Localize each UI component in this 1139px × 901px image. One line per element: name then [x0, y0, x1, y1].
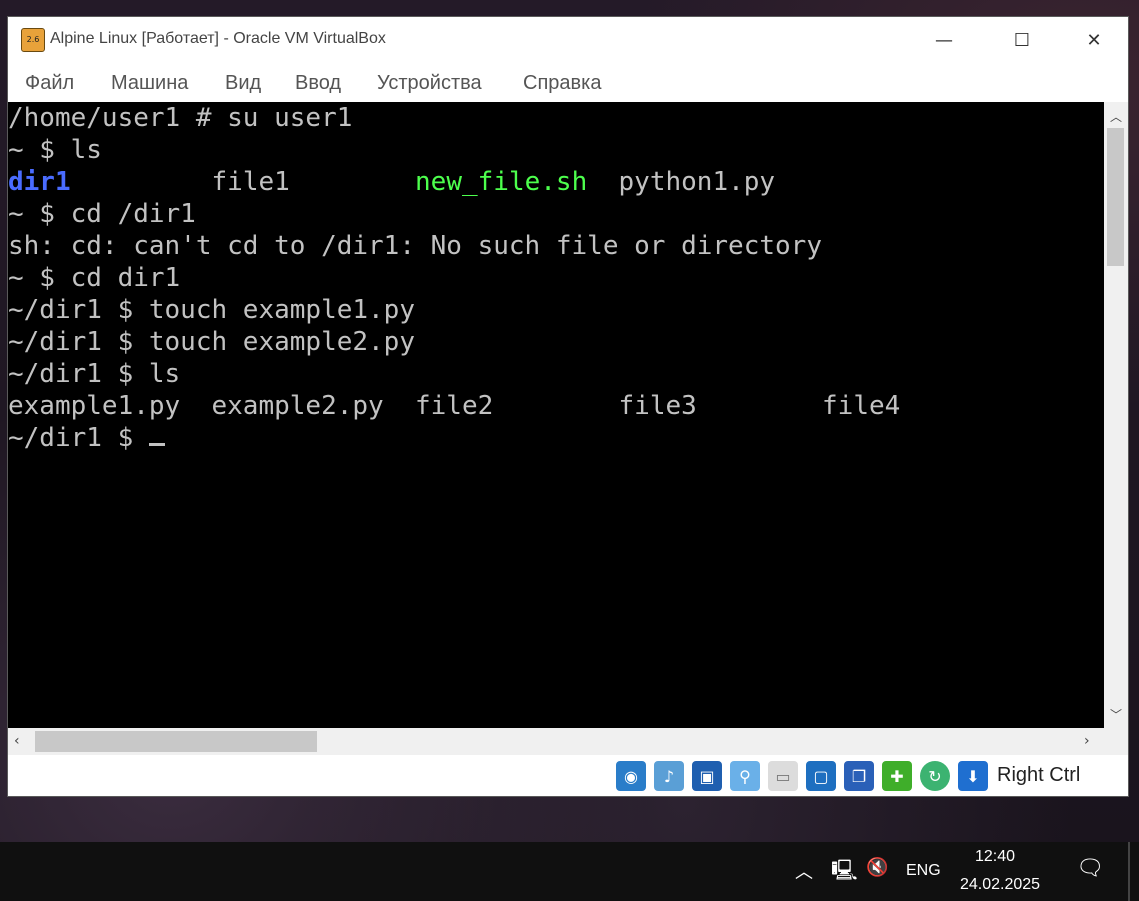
- window-title: Alpine Linux [Работает] - Oracle VM Virt…: [50, 30, 386, 47]
- menu-machine[interactable]: Машина: [111, 72, 188, 95]
- terminal-text: ~/dir1 $ touch example1.py: [8, 295, 415, 325]
- ls-file-entry: file2: [415, 391, 494, 421]
- terminal-line: ~/dir1 $ touch example1.py: [8, 294, 900, 326]
- virtualbox-window: 2.6 Alpine Linux [Работает] - Oracle VM …: [8, 17, 1128, 796]
- vm-screen[interactable]: /home/user1 # su user1 ~ $ ls dir1 file1 n…: [8, 102, 1104, 728]
- audio-icon[interactable]: ♪: [654, 761, 684, 791]
- terminal-text: ~/dir1 $ touch example2.py: [8, 327, 415, 357]
- terminal-text: /home/user1 # su user1: [8, 103, 353, 133]
- ls-executable-entry: new_file.sh: [415, 167, 588, 197]
- terminal-line: sh: cd: can't cd to /dir1: No such file …: [8, 230, 900, 262]
- minimize-button[interactable]: —: [916, 17, 972, 64]
- menu-view[interactable]: Вид: [225, 72, 261, 95]
- usb-icon[interactable]: ⚲: [730, 761, 760, 791]
- hard-disk-icon[interactable]: ◉: [616, 761, 646, 791]
- terminal-text: sh: cd: can't cd to /dir1: No such file …: [8, 231, 822, 261]
- terminal-text: ~ $ cd /dir1: [8, 199, 196, 229]
- ls-file-entry: file3: [618, 391, 697, 421]
- menu-input[interactable]: Ввод: [295, 72, 341, 95]
- network-tray-icon[interactable]: 🖳: [831, 856, 858, 890]
- clock-time[interactable]: 12:40: [975, 848, 1015, 866]
- vertical-scrollbar[interactable]: ︿ ﹀: [1104, 102, 1128, 728]
- terminal-line: dir1 file1 new_file.sh python1.py: [8, 166, 900, 198]
- ls-file-entry: file4: [822, 391, 901, 421]
- terminal-line: /home/user1 # su user1: [8, 102, 900, 134]
- ls-directory-entry: dir1: [8, 167, 71, 197]
- terminal-output: /home/user1 # su user1 ~ $ ls dir1 file1 n…: [8, 102, 900, 454]
- menu-bar: Файл Машина Вид Ввод Устройства Справка: [8, 64, 1128, 102]
- cpu-icon[interactable]: ✚: [882, 761, 912, 791]
- terminal-line: ~/dir1 $ ls: [8, 358, 900, 390]
- terminal-line: ~ $ cd /dir1: [8, 198, 900, 230]
- display-icon[interactable]: ▢: [806, 761, 836, 791]
- terminal-text: ~/dir1 $ ls: [8, 359, 181, 389]
- host-key-label: Right Ctrl: [997, 764, 1081, 786]
- scroll-left-icon[interactable]: ‹: [14, 733, 20, 749]
- network-icon[interactable]: ▣: [692, 761, 722, 791]
- terminal-line: ~ $ cd dir1: [8, 262, 900, 294]
- status-bar: ◉ ♪ ▣ ⚲ ▭ ▢ ❐ ✚ ↻ ⬇ Right Ctrl: [8, 755, 1128, 796]
- horizontal-scrollbar[interactable]: ‹ ›: [8, 728, 1104, 755]
- title-bar: 2.6 Alpine Linux [Работает] - Oracle VM …: [8, 17, 1128, 64]
- volume-muted-icon[interactable]: 🔇: [866, 857, 888, 878]
- terminal-text: ~ $ cd dir1: [8, 263, 181, 293]
- terminal-line: ~ $ ls: [8, 134, 900, 166]
- video-capture-icon[interactable]: ❐: [844, 761, 874, 791]
- ls-file-entry: example1.py: [8, 391, 181, 421]
- ls-file-entry: file1: [211, 167, 290, 197]
- menu-file[interactable]: Файл: [25, 72, 74, 95]
- maximize-button[interactable]: ☐: [994, 17, 1050, 64]
- shared-folder-icon[interactable]: ▭: [768, 761, 798, 791]
- terminal-line: ~/dir1 $ touch example2.py: [8, 326, 900, 358]
- terminal-text: ~ $ ls: [8, 135, 102, 165]
- virtualbox-vm-icon: 2.6: [21, 28, 45, 52]
- terminal-cursor: [148, 443, 165, 446]
- scroll-down-icon[interactable]: ﹀: [1110, 706, 1122, 723]
- scroll-right-icon[interactable]: ›: [1084, 733, 1090, 749]
- horizontal-scroll-thumb[interactable]: [35, 731, 317, 752]
- close-button[interactable]: ✕: [1066, 17, 1122, 64]
- vertical-scroll-thumb[interactable]: [1107, 128, 1124, 266]
- scroll-up-icon[interactable]: ︿: [1110, 108, 1122, 125]
- menu-help[interactable]: Справка: [523, 72, 601, 95]
- recording-icon[interactable]: ↻: [920, 761, 950, 791]
- show-desktop-button[interactable]: [1128, 842, 1130, 901]
- ls-file-entry: example2.py: [211, 391, 384, 421]
- language-indicator[interactable]: ENG: [906, 862, 941, 880]
- scroll-corner: [1104, 728, 1128, 755]
- menu-devices[interactable]: Устройства: [377, 72, 482, 95]
- clock-date[interactable]: 24.02.2025: [960, 876, 1040, 894]
- terminal-text: ~/dir1 $: [8, 423, 149, 453]
- mouse-integration-icon[interactable]: ⬇: [958, 761, 988, 791]
- terminal-line: example1.py example2.py file2 file3 file…: [8, 390, 900, 422]
- chevron-up-icon[interactable]: ︿: [795, 858, 813, 884]
- notifications-icon[interactable]: 🗨: [1076, 856, 1104, 881]
- terminal-line: ~/dir1 $: [8, 422, 900, 454]
- ls-file-entry: python1.py: [618, 167, 776, 197]
